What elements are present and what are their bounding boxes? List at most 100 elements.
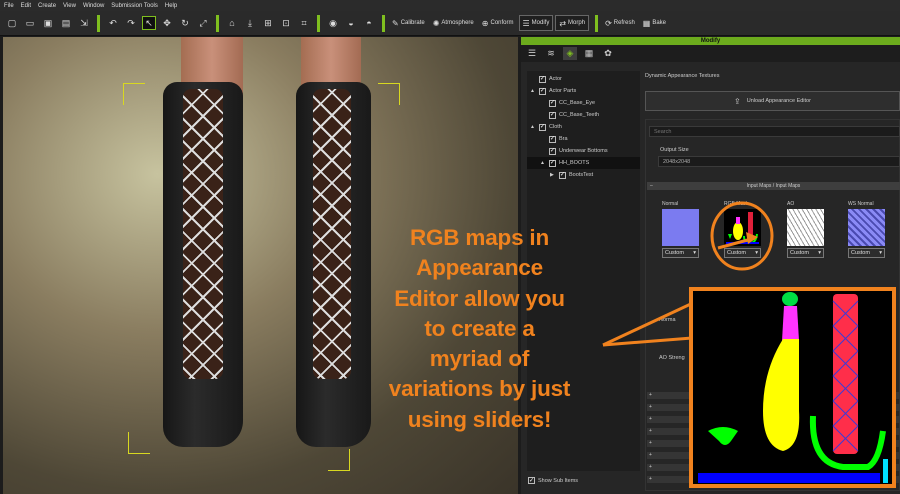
- map-slot-ws-normal[interactable]: WS Normal Custom ▾: [848, 201, 888, 258]
- tree-node-checkbox[interactable]: ✓: [549, 159, 556, 167]
- modify-button[interactable]: ☰ Modify: [518, 15, 554, 31]
- menu-window[interactable]: Window: [83, 3, 104, 9]
- tree-node[interactable]: ✓ CC_Base_Teeth: [527, 109, 640, 121]
- download-icon[interactable]: ⤓: [243, 16, 257, 30]
- tree-node-checkbox[interactable]: ✓: [549, 111, 556, 119]
- tree-node-checkbox[interactable]: ✓: [549, 135, 556, 143]
- tab-physics-icon[interactable]: ✿: [601, 47, 615, 60]
- selection-bracket: [123, 83, 145, 105]
- expand-arrow-icon[interactable]: ▲: [540, 160, 546, 166]
- show-sub-items-checkbox[interactable]: ✓: [528, 477, 535, 484]
- ws-normal-map-thumbnail[interactable]: [848, 209, 885, 246]
- menu-file[interactable]: File: [4, 3, 14, 9]
- map-source-select[interactable]: Custom ▾: [662, 248, 699, 258]
- map-source-select[interactable]: Custom ▾: [724, 248, 761, 258]
- tree-node[interactable]: ▲ ✓ Cloth: [527, 121, 640, 133]
- ao-strength-label: AO Streng: [659, 355, 685, 361]
- atmosphere-label: Atmosphere: [441, 20, 474, 26]
- map-option: Custom: [727, 250, 746, 256]
- save-as-icon[interactable]: ▤: [59, 16, 73, 30]
- atmosphere-icon: ✺: [432, 18, 440, 28]
- import-icon[interactable]: ⇲: [77, 16, 91, 30]
- normal-map-thumbnail[interactable]: [662, 209, 699, 246]
- tree-node-label: Bra: [559, 136, 568, 142]
- fit-view-icon[interactable]: ⌗: [297, 16, 311, 30]
- tab-motion-icon[interactable]: ≋: [544, 47, 558, 60]
- eye-icon[interactable]: ◉: [326, 16, 340, 30]
- callout-line: using sliders!: [407, 406, 552, 432]
- tab-material-icon[interactable]: ▦: [582, 47, 596, 60]
- map-slot-rgb-mask[interactable]: RGB Mask Custom ▾: [724, 201, 764, 258]
- wireframe-icon[interactable]: ◒: [344, 16, 358, 30]
- morph-icon: ⇄: [559, 18, 567, 28]
- atmosphere-button[interactable]: ✺ Atmosphere: [430, 15, 477, 31]
- tree-node-label: HH_BOOTS: [559, 160, 590, 166]
- normal-strength-label: Norma: [659, 317, 676, 323]
- rgb-mask-preview: [726, 212, 759, 245]
- map-source-select[interactable]: Custom ▾: [787, 248, 824, 258]
- map-label: RGB Mask: [724, 201, 749, 207]
- menu-edit[interactable]: Edit: [21, 3, 31, 9]
- home-camera-icon[interactable]: ⌂: [225, 16, 239, 30]
- tree-node-checkbox[interactable]: ✓: [539, 123, 546, 131]
- callout-line: variations by just: [388, 376, 571, 402]
- map-slot-normal[interactable]: Normal Custom ▾: [662, 201, 702, 258]
- tree-node[interactable]: ✓ Bra: [527, 133, 640, 145]
- refresh-button[interactable]: ⟳ Refresh: [602, 15, 638, 31]
- shading-icon[interactable]: ◓: [362, 16, 376, 30]
- conform-button[interactable]: ⊕ Conform: [479, 15, 517, 31]
- callout-line: RGB maps in: [409, 225, 550, 250]
- left-boot-lacing: [183, 89, 223, 379]
- tree-node[interactable]: ✓ Actor: [527, 73, 640, 85]
- show-sub-items-toggle[interactable]: ✓ Show Sub Items: [528, 477, 578, 484]
- menu-create[interactable]: Create: [38, 3, 56, 9]
- redo-icon[interactable]: ↷: [124, 16, 138, 30]
- bake-button[interactable]: ▦ Bake: [640, 15, 669, 31]
- expand-arrow-icon[interactable]: ▶: [550, 172, 556, 178]
- save-icon[interactable]: ▣: [41, 16, 55, 30]
- open-folder-icon[interactable]: ▭: [23, 16, 37, 30]
- tree-node-checkbox[interactable]: ✓: [559, 171, 566, 179]
- new-file-icon[interactable]: ▢: [5, 16, 19, 30]
- input-maps-header[interactable]: – Input Maps / Input Maps: [647, 182, 900, 190]
- tree-node-checkbox[interactable]: ✓: [549, 99, 556, 107]
- tree-node[interactable]: ✓ Underwear Bottoms: [527, 145, 640, 157]
- morph-button[interactable]: ⇄ Morph: [555, 15, 590, 31]
- calibrate-label: Calibrate: [400, 20, 425, 26]
- rotate-icon[interactable]: ↻: [178, 16, 192, 30]
- map-slot-ao[interactable]: AO Custom ▾: [787, 201, 827, 258]
- calibrate-button[interactable]: ✎ Calibrate: [389, 15, 428, 31]
- expand-arrow-icon[interactable]: ▲: [530, 124, 536, 130]
- tree-node[interactable]: ✓ CC_Base_Eye: [527, 97, 640, 109]
- upload-icon: ⇪: [734, 96, 741, 106]
- tab-sliders-icon[interactable]: ☰: [525, 47, 539, 60]
- tree-node-label: Cloth: [549, 124, 562, 130]
- ao-map-thumbnail[interactable]: [787, 209, 824, 246]
- move-icon[interactable]: ✥: [160, 16, 174, 30]
- tree-node-checkbox[interactable]: ✓: [539, 87, 546, 95]
- tree-node[interactable]: ▲ ✓ Actor Parts: [527, 85, 640, 97]
- tree-node[interactable]: ▲ ✓ HH_BOOTS: [527, 157, 640, 169]
- bake-label: Bake: [652, 20, 667, 26]
- search-input[interactable]: [649, 126, 900, 137]
- expand-arrow-icon[interactable]: ▲: [530, 88, 536, 94]
- menu-view[interactable]: View: [63, 3, 76, 9]
- scale-icon[interactable]: ⤢: [196, 16, 210, 30]
- select-arrow-icon[interactable]: ↖: [142, 16, 156, 30]
- unload-appearance-editor-button[interactable]: ⇪ Unload Appearance Editor: [645, 91, 900, 111]
- calibrate-icon: ✎: [392, 18, 399, 28]
- menu-submission-tools[interactable]: Submission Tools: [111, 3, 158, 9]
- output-size-select[interactable]: 2048x2048: [658, 156, 900, 167]
- map-option: Custom: [790, 250, 809, 256]
- undo-icon[interactable]: ↶: [106, 16, 120, 30]
- tree-node-checkbox[interactable]: ✓: [539, 75, 546, 83]
- tree-node[interactable]: ▶ ✓ BootsTest: [527, 169, 640, 181]
- rgb-mask-thumbnail[interactable]: [724, 209, 761, 246]
- frame-icon[interactable]: ⊡: [279, 16, 293, 30]
- tab-appearance-icon[interactable]: ◈: [563, 47, 577, 60]
- menu-help[interactable]: Help: [165, 3, 177, 9]
- map-source-select[interactable]: Custom ▾: [848, 248, 885, 258]
- tree-node-checkbox[interactable]: ✓: [549, 147, 556, 155]
- grid-icon[interactable]: ⊞: [261, 16, 275, 30]
- dropdown-arrow-icon: ▾: [879, 250, 882, 256]
